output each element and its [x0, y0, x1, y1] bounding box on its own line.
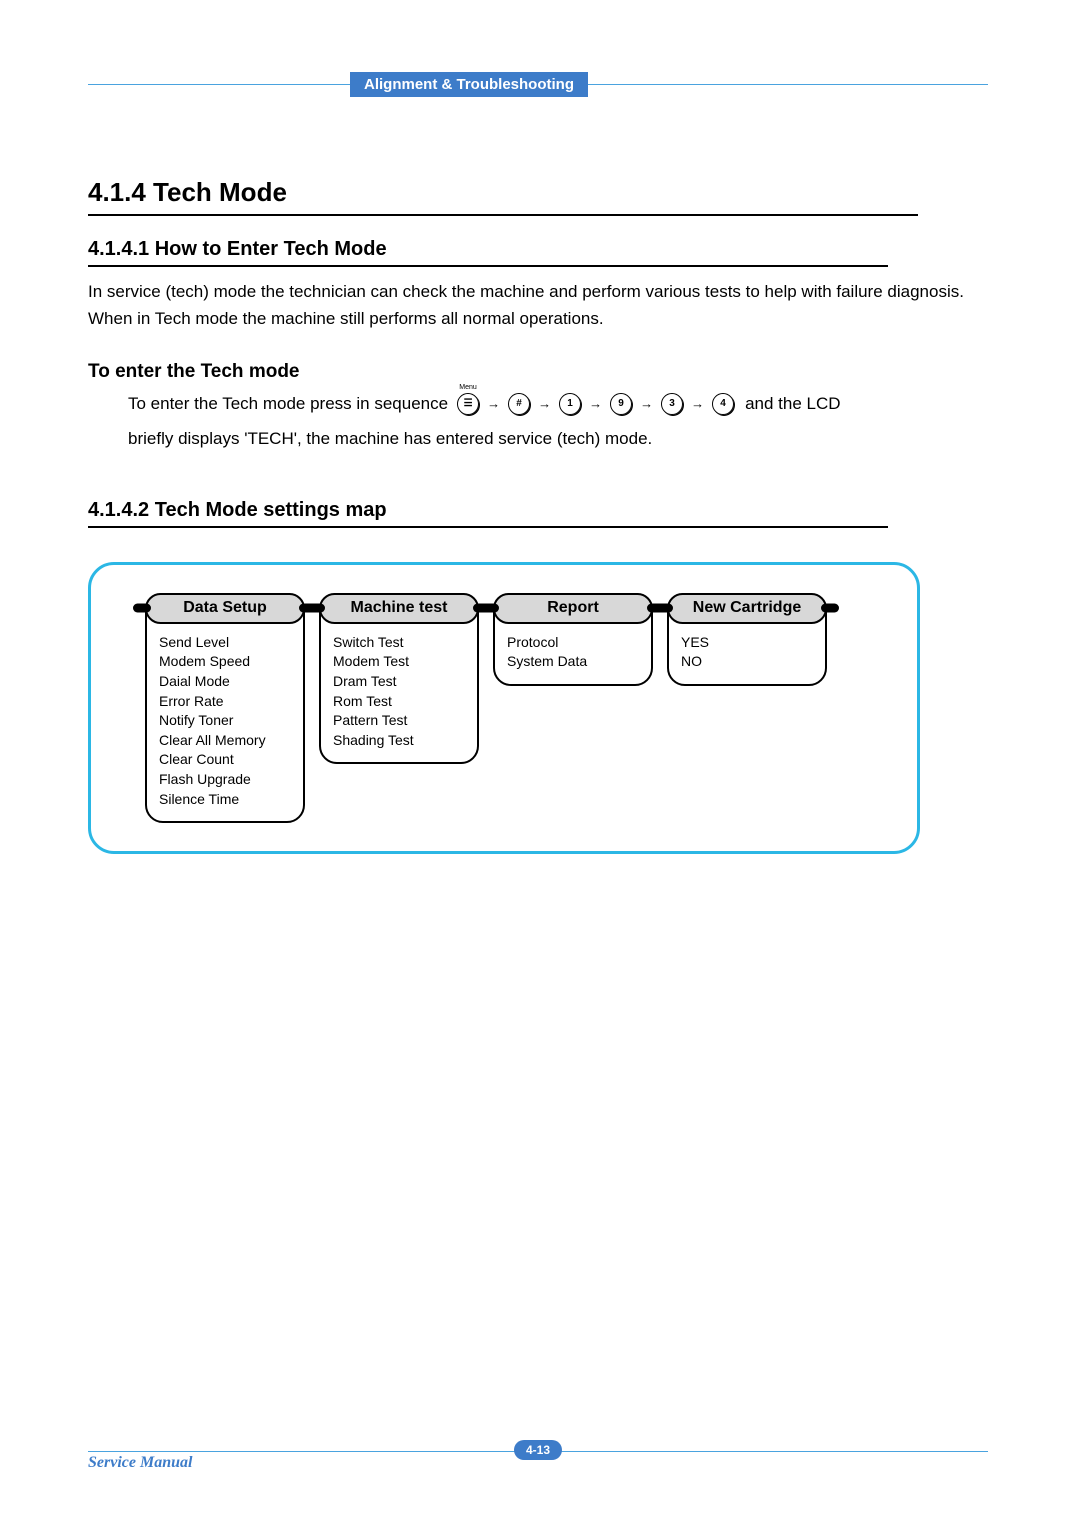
menu-item: Switch Test	[333, 633, 467, 653]
heading-settings-map: 4.1.4.2 Tech Mode settings map	[88, 499, 888, 528]
menu-key-icon: ☰	[457, 393, 479, 415]
menu-item: Dram Test	[333, 672, 467, 692]
menu-item: Clear Count	[159, 750, 293, 770]
arrow-icon: →	[487, 396, 500, 411]
menu-title: Machine test	[319, 593, 479, 624]
arrow-icon: →	[589, 396, 602, 411]
key-1-icon: 1	[559, 393, 581, 415]
menu-title: New Cartridge	[667, 593, 827, 624]
rule-left	[88, 84, 350, 85]
menu-item: Protocol	[507, 633, 641, 653]
menu-item: Modem Speed	[159, 652, 293, 672]
seq-tail-text: and the LCD	[745, 394, 840, 414]
menu-title: Report	[493, 593, 653, 624]
menu-item: NO	[681, 652, 815, 672]
footer-doc-title: Service Manual	[88, 1454, 192, 1472]
arrow-icon: →	[538, 396, 551, 411]
menu-item: YES	[681, 633, 815, 653]
body-text: In service (tech) mode the technician ca…	[88, 281, 984, 304]
menu-items: Send LevelModem SpeedDaial ModeError Rat…	[147, 595, 303, 821]
key-9-icon: 9	[610, 393, 632, 415]
menu-item: Daial Mode	[159, 672, 293, 692]
header-bar: Alignment & Troubleshooting	[88, 72, 988, 97]
menu-item: Error Rate	[159, 692, 293, 712]
menu-item: Flash Upgrade	[159, 770, 293, 790]
menu-item: Notify Toner	[159, 711, 293, 731]
menu-item: Silence Time	[159, 790, 293, 810]
hash-key-icon: #	[508, 393, 530, 415]
menu-key-label: Menu	[459, 384, 477, 391]
settings-map-frame: Data SetupSend LevelModem SpeedDaial Mod…	[88, 562, 920, 854]
arrow-icon: →	[640, 396, 653, 411]
menu-box: Data SetupSend LevelModem SpeedDaial Mod…	[145, 593, 305, 823]
heading-how-to-enter: 4.1.4.1 How to Enter Tech Mode	[88, 238, 888, 267]
menu-box: Machine test Switch TestModem TestDram Te…	[319, 593, 479, 765]
heading-tech-mode: 4.1.4 Tech Mode	[88, 177, 918, 216]
section-badge: Alignment & Troubleshooting	[350, 72, 588, 97]
menu-item: Send Level	[159, 633, 293, 653]
menu-box: Report ProtocolSystem Data	[493, 593, 653, 686]
rule-right	[588, 84, 988, 85]
seq-continuation-text: briefly displays 'TECH', the machine has…	[128, 429, 988, 449]
menu-box: New Cartridge YESNO	[667, 593, 827, 686]
menu-item: Modem Test	[333, 652, 467, 672]
menu-item: Pattern Test	[333, 711, 467, 731]
page-number: 4-13	[514, 1440, 562, 1460]
menu-item: Rom Test	[333, 692, 467, 712]
key-4-icon: 4	[712, 393, 734, 415]
subheading-enter-tech-mode: To enter the Tech mode	[88, 361, 988, 383]
arrow-icon: →	[691, 396, 704, 411]
menu-title: Data Setup	[145, 593, 305, 624]
menu-item: System Data	[507, 652, 641, 672]
body-text: When in Tech mode the machine still perf…	[88, 308, 984, 331]
key-3-icon: 3	[661, 393, 683, 415]
seq-lead-text: To enter the Tech mode press in sequence	[128, 394, 448, 414]
key-sequence-line: To enter the Tech mode press in sequence…	[128, 393, 988, 415]
menu-item: Clear All Memory	[159, 731, 293, 751]
menu-item: Shading Test	[333, 731, 467, 751]
